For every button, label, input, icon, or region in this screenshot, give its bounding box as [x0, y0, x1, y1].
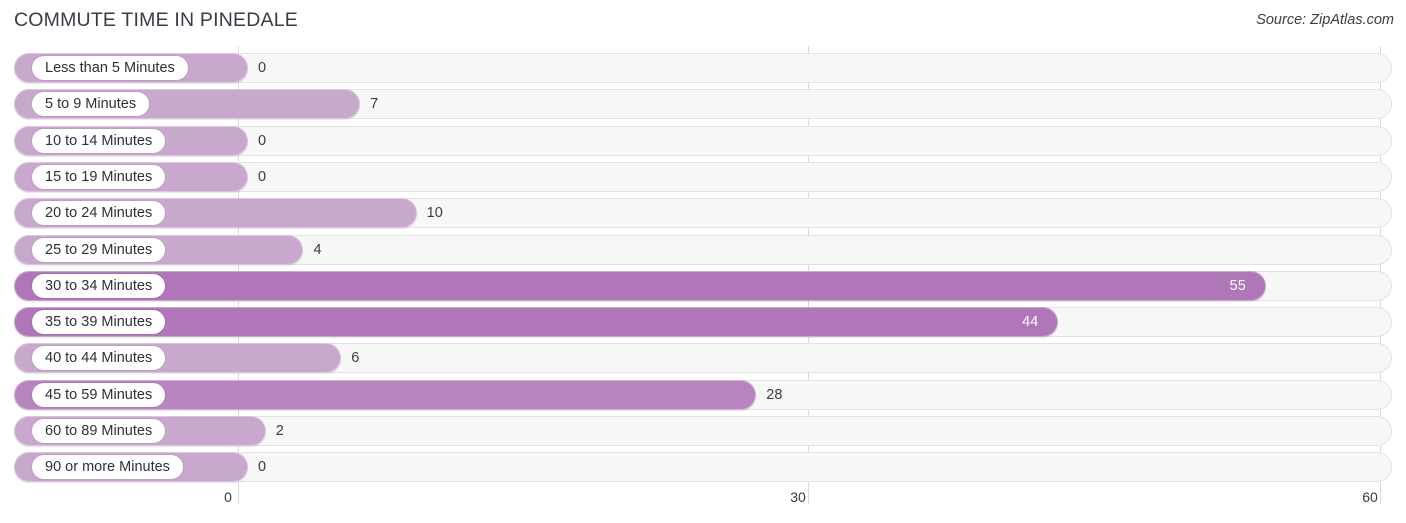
axis-tick-label-60: 60: [1362, 489, 1378, 505]
bar-value-label: 0: [258, 60, 267, 76]
bar-value-label: 0: [258, 459, 267, 476]
axis-tick-label-0: 0: [224, 489, 232, 505]
chart-header: COMMUTE TIME IN PINEDALE Source: ZipAtla…: [0, 0, 1406, 44]
source-attribution: Source: ZipAtlas.com: [1256, 12, 1394, 28]
bar-row[interactable]: 10 to 14 Minutes 0: [0, 125, 1406, 156]
bar[interactable]: [14, 307, 1059, 338]
bar-category-label: 15 to 19 Minutes: [32, 164, 166, 189]
bar-category-label: 30 to 34 Minutes: [32, 273, 166, 298]
bar-row[interactable]: 40 to 44 Minutes 6: [0, 343, 1406, 374]
axis-tick-mark: [1380, 486, 1381, 504]
x-axis: 0 30 60: [0, 486, 1406, 523]
bar-category-label: 90 or more Minutes: [32, 455, 183, 480]
bar-value-label-inside: 55: [1229, 277, 1246, 294]
bar[interactable]: [14, 270, 1266, 301]
bar-category-label: 25 to 29 Minutes: [32, 237, 166, 262]
plot-area: Less than 5 Minutes 0 5 to 9 Minutes 7 10 to…: [0, 46, 1406, 486]
bar-value-label: 6: [351, 350, 360, 367]
bar-row[interactable]: 30 to 34 Minutes 55: [0, 270, 1406, 301]
bar-category-label: 45 to 59 Minutes: [32, 382, 166, 407]
bar-row[interactable]: 60 to 89 Minutes 2: [0, 416, 1406, 446]
bar-row[interactable]: 35 to 39 Minutes 44: [0, 307, 1406, 338]
axis-tick-mark: [238, 486, 239, 504]
bar-value-label: 4: [313, 241, 322, 258]
bar-row[interactable]: 20 to 24 Minutes 10: [0, 198, 1406, 229]
bar-row[interactable]: 5 to 9 Minutes 7: [0, 89, 1406, 120]
bar-category-label: Less than 5 Minutes: [32, 56, 188, 80]
page-title: COMMUTE TIME IN PINEDALE: [14, 9, 298, 31]
bar-category-label: 5 to 9 Minutes: [32, 92, 150, 117]
axis-tick-mark: [808, 486, 809, 504]
bar-row[interactable]: 25 to 29 Minutes 4: [0, 234, 1406, 265]
bar-category-label: 35 to 39 Minutes: [32, 310, 166, 335]
bar-value-label: 10: [426, 205, 443, 222]
bar-row[interactable]: Less than 5 Minutes 0: [0, 53, 1406, 83]
bar-value-label: 7: [370, 96, 379, 113]
axis-tick-label-30: 30: [790, 489, 806, 505]
bar-row[interactable]: 15 to 19 Minutes 0: [0, 161, 1406, 192]
bar-value-label: 28: [766, 386, 783, 403]
bar-row[interactable]: 45 to 59 Minutes 28: [0, 379, 1406, 410]
bar-category-label: 60 to 89 Minutes: [32, 419, 166, 443]
bar-category-label: 20 to 24 Minutes: [32, 201, 166, 226]
bar-category-label: 10 to 14 Minutes: [32, 128, 166, 153]
bar-value-label-inside: 44: [1022, 314, 1039, 331]
bar-category-label: 40 to 44 Minutes: [32, 346, 166, 371]
bar-value-label: 0: [258, 168, 267, 185]
bar-value-label: 2: [275, 423, 284, 439]
bar-row[interactable]: 90 or more Minutes 0: [0, 452, 1406, 483]
bar-value-label: 0: [258, 132, 267, 149]
